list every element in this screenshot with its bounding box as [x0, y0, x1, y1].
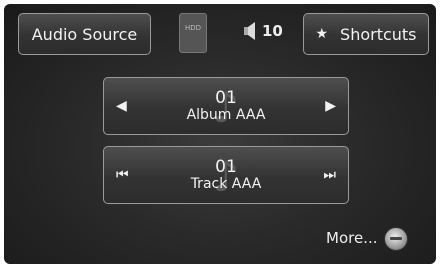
album-selector[interactable]: ◀ ♪ 01 Album AAA ▶ [103, 77, 349, 135]
album-info: ♪ 01 Album AAA [186, 85, 266, 129]
track-number: 01 [215, 156, 237, 177]
shortcuts-label: Shortcuts [340, 24, 417, 44]
album-name: Album AAA [186, 106, 266, 123]
prev-track-icon[interactable]: ⏮ [116, 167, 129, 183]
volume-indicator: 10 [244, 22, 283, 40]
track-selector[interactable]: ⏮ ♪ 01 Track AAA ⏭ [103, 146, 349, 204]
selector-knob-icon[interactable] [384, 227, 408, 251]
next-track-icon[interactable]: ⏭ [323, 167, 336, 183]
more-label[interactable]: More... [326, 229, 378, 247]
shortcuts-button[interactable]: ★ Shortcuts [303, 13, 429, 55]
volume-level: 10 [262, 22, 283, 40]
track-name: Track AAA [190, 175, 262, 192]
hdd-label: HDD [184, 24, 202, 32]
album-number: 01 [215, 87, 237, 108]
prev-album-icon[interactable]: ◀ [116, 98, 127, 114]
hdd-icon: HDD [179, 13, 207, 53]
audio-screen: Audio Source HDD 10 ★ Shortcuts ◀ ♪ 01 A… [4, 4, 436, 264]
next-album-icon[interactable]: ▶ [325, 98, 336, 114]
star-icon: ★ [315, 26, 329, 42]
audio-source-label: Audio Source [31, 24, 138, 44]
audio-source-button[interactable]: Audio Source [18, 13, 151, 55]
speaker-icon [244, 22, 255, 40]
track-info: ♪ 01 Track AAA [190, 154, 262, 198]
